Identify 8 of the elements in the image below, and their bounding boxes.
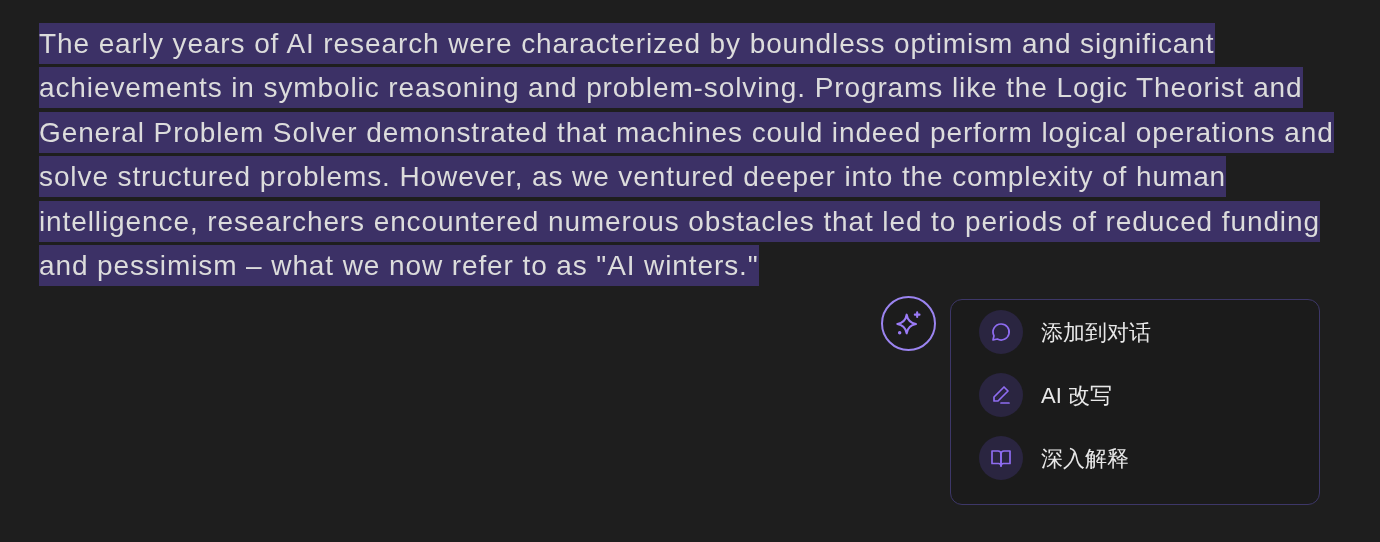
menu-item[interactable]: 深入解释 (979, 436, 1319, 481)
menu-item[interactable]: 添加到对话 (979, 310, 1319, 355)
ai-sparkle-button[interactable] (881, 296, 936, 352)
menu-item-label: 深入解释 (1041, 444, 1129, 473)
menu-item[interactable]: AI 改写 (979, 373, 1319, 418)
menu-item-label: 添加到对话 (1041, 318, 1151, 347)
selected-paragraph: The early years of AI research were characterized by boundless optimism and significant achievements in symbolic reasoning and problem-solving. Programs like the Logic Theorist and General Problem Solver demonstrated that machines could indeed perform logical operations and solve structured problems. However, as we ventured deeper into the complexity of human intelligence, researchers encountered numerous obstacles that led to periods of reduced funding and pessimism – what we now refer to as "AI winters." (39, 22, 1334, 289)
menu-item-label: AI 改写 (1041, 381, 1112, 410)
